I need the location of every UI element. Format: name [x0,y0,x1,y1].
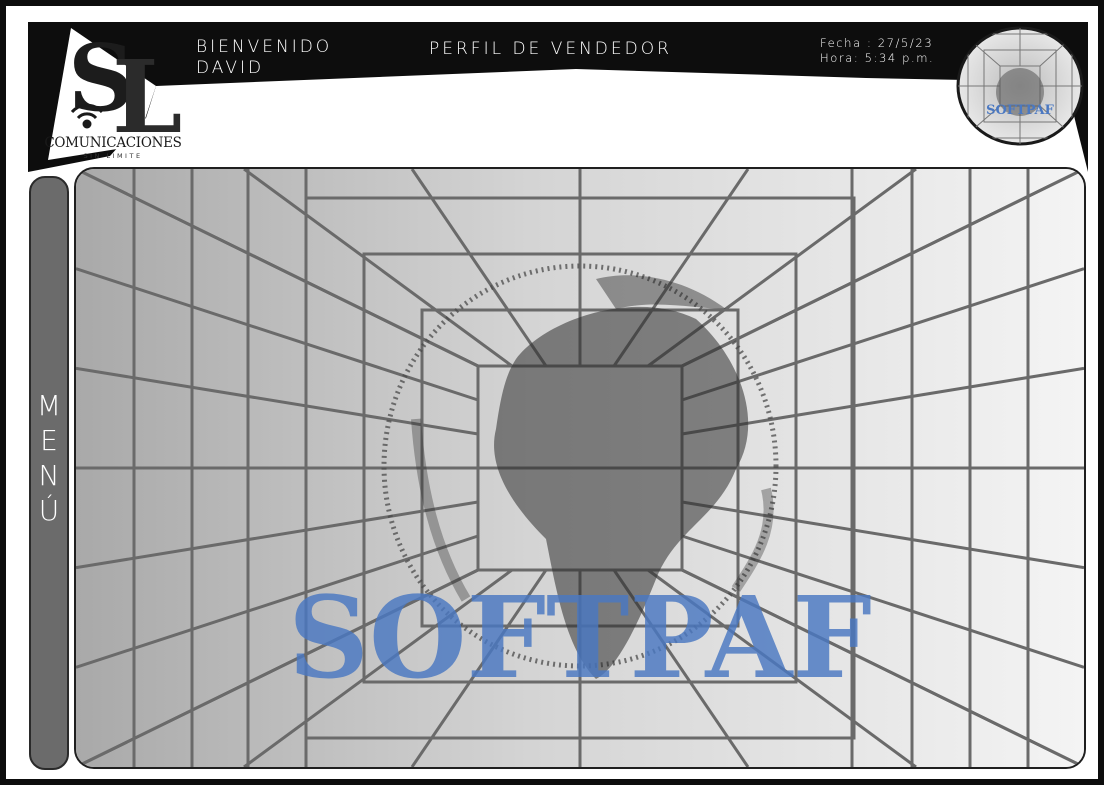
datetime-display: Fecha : 27/5/23 Hora: 5:34 p.m. [820,36,934,66]
svg-text:L: L [112,38,182,138]
time-label: Hora: 5:34 p.m. [820,51,935,65]
app-frame: S L COMUNICACIONES SIN LIMITE BIENVENIDO… [0,0,1104,785]
main-content-panel: SOFTPAF [74,167,1086,769]
softpaf-badge-icon: SOFTPAF [956,26,1084,146]
user-name: DAVID [196,58,265,78]
logo-tagline: SIN LIMITE [83,152,143,160]
welcome-label: BIENVENIDO [196,37,333,57]
logo-name: COMUNICACIONES [44,135,182,151]
menu-letter[interactable]: N [39,458,60,493]
sl-logo-icon: S L [68,24,182,156]
welcome-message: BIENVENIDO DAVID [196,37,332,79]
menu-sidebar[interactable]: M E N Ú [29,176,69,770]
menu-label[interactable]: M E N Ú [31,388,67,528]
grid-background: SOFTPAF [76,169,1084,767]
menu-letter[interactable]: Ú [39,493,60,528]
menu-letter[interactable]: M [37,388,61,423]
menu-letter[interactable]: E [40,423,58,458]
date-label: Fecha : 27/5/23 [820,36,934,50]
badge-brand: SOFTPAF [986,103,1055,118]
page-title: PERFIL DE VENDEDOR [429,39,672,59]
softpaf-watermark: SOFTPAF [288,573,872,704]
